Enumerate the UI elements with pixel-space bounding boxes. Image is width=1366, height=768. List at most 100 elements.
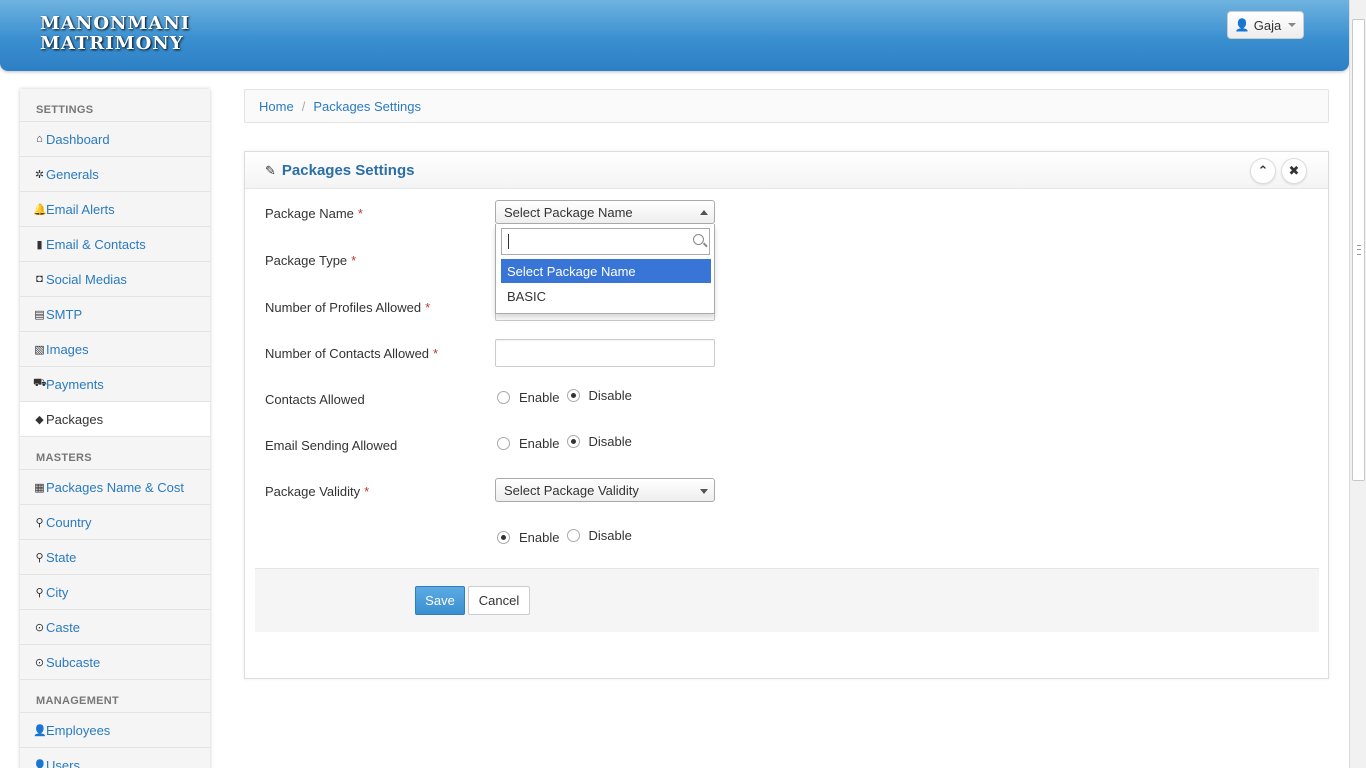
email-sending-radio-group: Enable Disable — [497, 434, 632, 451]
home-icon: ⌂ — [36, 133, 43, 145]
sidebar-item-caste[interactable]: ⊙ Caste — [20, 610, 210, 645]
user-icon: 👤 — [33, 759, 47, 768]
top-header: ManonMani Matrimony 👤 Gaja — [0, 0, 1349, 71]
contacts-allowed-enable-radio[interactable] — [497, 391, 510, 404]
sidebar-item-label: Email & Contacts — [46, 236, 146, 252]
sidebar-item-smtp[interactable]: ▤ SMTP — [20, 297, 210, 332]
picture-icon: ▧ — [34, 343, 45, 356]
sidebar-item-city[interactable]: ⚲ City — [20, 575, 210, 610]
brand-logo[interactable]: ManonMani Matrimony — [40, 14, 190, 54]
close-icon: ✖ — [1288, 163, 1300, 178]
user-name: Gaja — [1253, 17, 1282, 33]
cog-icon: ✲ — [34, 168, 45, 181]
package-name-select-value: Select Package Name — [504, 205, 633, 220]
breadcrumb-home-link[interactable]: Home — [259, 99, 294, 114]
profiles-allowed-label: Number of Profiles Allowed * — [265, 300, 431, 315]
sidebar-item-label: Packages — [46, 411, 104, 427]
sidebar-item-label: Images — [46, 341, 89, 357]
package-validity-select-value: Select Package Validity — [504, 483, 639, 498]
disable-label: Disable — [588, 388, 632, 403]
sidebar-item-subcaste[interactable]: ⊙ Subcaste — [20, 645, 210, 680]
nav-section-header: MASTERS — [20, 437, 210, 470]
sidebar-item-country[interactable]: ⚲ Country — [20, 505, 210, 540]
breadcrumb-separator: / — [301, 98, 306, 114]
panel-title-text: Packages Settings — [281, 162, 415, 179]
sidebar-item-state[interactable]: ⚲ State — [20, 540, 210, 575]
sidebar-item-generals[interactable]: ✲ Generals — [20, 157, 210, 192]
package-name-select[interactable]: Select Package Name — [495, 200, 715, 224]
sidebar-item-label: SMTP — [46, 306, 83, 322]
edit-icon: ✎ — [265, 162, 276, 178]
cancel-button[interactable]: Cancel — [468, 586, 530, 615]
package-type-label: Package Type * — [265, 253, 357, 268]
brand-line-2: Matrimony — [40, 33, 184, 54]
scrollbar-thumb[interactable] — [1352, 19, 1365, 481]
chevron-up-icon — [700, 210, 708, 215]
packages-settings-panel: ✎ Packages Settings ⌃ ✖ Package Name * Se… — [244, 151, 1329, 679]
sidebar-item-payments[interactable]: ⛟ Payments — [20, 367, 210, 402]
nav-section-header: MANAGEMENT — [20, 680, 210, 713]
chevron-down-icon — [700, 489, 708, 494]
dropdown-search-input[interactable] — [501, 228, 710, 255]
tag-icon: ◆ — [35, 413, 44, 426]
save-button[interactable]: Save — [415, 586, 465, 615]
sidebar-item-employees[interactable]: 👤 Employees — [20, 713, 210, 748]
sidebar: SETTINGS ⌂ Dashboard ✲ Generals 🔔 Email Alerts… — [20, 89, 210, 768]
close-panel-button[interactable]: ✖ — [1281, 158, 1307, 184]
package-validity-select[interactable]: Select Package Validity — [495, 478, 715, 502]
nav-section-header: SETTINGS — [20, 89, 210, 122]
sidebar-item-label: State — [46, 549, 77, 565]
panel-title: ✎ Packages Settings — [265, 162, 414, 179]
map-marker-icon: ⚲ — [35, 516, 44, 529]
sidebar-item-label: Dashboard — [46, 131, 110, 147]
contacts-allowed-count-label: Number of Contacts Allowed * — [265, 346, 439, 361]
contacts-allowed-label: Contacts Allowed — [265, 392, 365, 407]
email-sending-label: Email Sending Allowed — [265, 438, 398, 453]
chevron-up-icon: ⌃ — [1257, 163, 1269, 178]
status-disable-radio[interactable] — [567, 529, 581, 542]
sidebar-item-label: Employees — [46, 722, 111, 738]
contacts-allowed-disable-radio[interactable] — [567, 389, 581, 402]
map-marker-icon: ⚲ — [35, 586, 44, 599]
email-sending-disable-radio[interactable] — [567, 435, 581, 448]
disable-label: Disable — [588, 528, 632, 543]
bell-icon: 🔔 — [33, 203, 47, 216]
sidebar-item-dashboard[interactable]: ⌂ Dashboard — [20, 122, 210, 157]
text-cursor — [508, 234, 509, 249]
sidebar-item-label: Packages Name & Cost — [46, 479, 185, 495]
sidebar-item-packages-name-cost[interactable]: ▦ Packages Name & Cost — [20, 470, 210, 505]
sidebar-item-label: Social Medias — [46, 271, 127, 287]
panel-header: ✎ Packages Settings ⌃ ✖ — [245, 152, 1328, 189]
book-icon: ▮ — [36, 238, 43, 251]
contacts-allowed-count-input[interactable] — [495, 339, 715, 367]
sidebar-item-images[interactable]: ▧ Images — [20, 332, 210, 367]
package-name-label: Package Name * — [265, 206, 363, 221]
collapse-button[interactable]: ⌃ — [1250, 158, 1276, 184]
caret-down-icon — [1288, 23, 1297, 27]
page-scrollbar[interactable] — [1349, 0, 1366, 768]
sidebar-item-label: Email Alerts — [46, 201, 115, 217]
sidebar-item-social-medias[interactable]: ◘ Social Medias — [20, 262, 210, 297]
brand-line-1: ManonMani — [40, 13, 191, 34]
package-validity-label: Package Validity * — [265, 484, 370, 499]
sidebar-item-label: City — [46, 584, 69, 600]
circle-arrow-icon: ⊙ — [34, 656, 45, 669]
breadcrumb-current-link[interactable]: Packages Settings — [313, 99, 421, 114]
form-actions: Save Cancel — [255, 568, 1319, 632]
dropdown-option[interactable]: BASIC — [501, 284, 711, 308]
sidebar-item-packages[interactable]: ◆ Packages — [20, 402, 210, 437]
sidebar-item-email-alerts[interactable]: 🔔 Email Alerts — [20, 192, 210, 227]
status-enable-radio[interactable] — [497, 531, 510, 544]
sidebar-item-label: Generals — [46, 166, 99, 182]
breadcrumb: Home / Packages Settings — [244, 89, 1329, 123]
email-sending-enable-radio[interactable] — [497, 437, 510, 450]
sidebar-item-users[interactable]: 👤 Users — [20, 748, 210, 768]
sidebar-item-label: Users — [46, 757, 80, 768]
disable-label: Disable — [588, 434, 632, 449]
user-menu-button[interactable]: 👤 Gaja — [1227, 11, 1304, 39]
sidebar-item-email-contacts[interactable]: ▮ Email & Contacts — [20, 227, 210, 262]
package-name-dropdown: Select Package Name BASIC — [495, 224, 715, 314]
dropdown-option[interactable]: Select Package Name — [501, 259, 711, 283]
camera-icon: ◘ — [36, 273, 43, 285]
user-icon: 👤 — [1234, 18, 1250, 32]
